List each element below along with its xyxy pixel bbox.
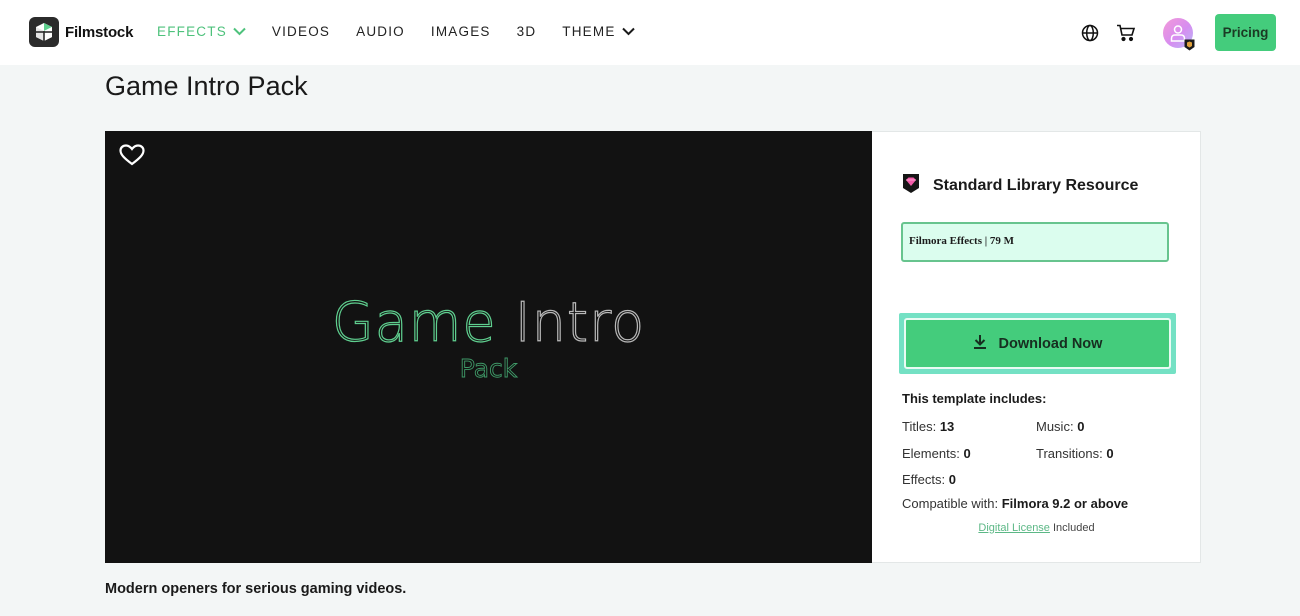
include-value: 0 <box>963 446 971 461</box>
compatible-label: Compatible with: <box>902 496 999 511</box>
download-now-button[interactable]: Download Now <box>904 318 1171 369</box>
includes-title: This template includes: <box>902 391 1047 406</box>
include-label: Titles: <box>902 419 937 434</box>
include-titles: Titles: 13 <box>902 419 954 434</box>
digital-license-link[interactable]: Digital License <box>978 522 1050 534</box>
menu-effects[interactable]: EFFECTS <box>157 24 246 39</box>
main-menu: EFFECTS VIDEOS AUDIO IMAGES 3D THEME <box>157 24 661 39</box>
top-navbar: Filmstock EFFECTS VIDEOS AUDIO IMAGES 3D… <box>0 0 1300 65</box>
brand-name: Filmstock <box>65 23 134 41</box>
menu-3d-label: 3D <box>516 24 537 39</box>
compatible-value: Filmora 9.2 or above <box>1001 496 1129 511</box>
include-value: 0 <box>948 472 956 487</box>
brand-logo[interactable]: Filmstock <box>29 17 133 47</box>
preview-title-part1: Game <box>331 290 497 354</box>
include-value: 0 <box>1106 446 1114 461</box>
include-label: Effects: <box>902 472 946 487</box>
include-transitions: Transitions: 0 <box>1036 446 1114 461</box>
chevron-down-icon <box>233 24 246 39</box>
include-elements: Elements: 0 <box>902 446 971 461</box>
menu-audio-label: AUDIO <box>356 24 405 39</box>
license-note: Digital License Included <box>872 522 1201 534</box>
pricing-button[interactable]: Pricing <box>1215 14 1276 51</box>
menu-videos[interactable]: VIDEOS <box>272 24 330 39</box>
download-icon <box>973 334 987 353</box>
include-label: Music: <box>1036 419 1074 434</box>
include-value: 13 <box>939 419 955 434</box>
preview-subtitle: Pack <box>459 354 518 384</box>
preview-title: Game Intro <box>105 290 872 354</box>
member-badge-icon <box>1184 39 1195 50</box>
nav-actions: Pricing <box>1079 14 1276 51</box>
menu-theme[interactable]: THEME <box>562 24 635 39</box>
menu-audio[interactable]: AUDIO <box>356 24 405 39</box>
globe-icon[interactable] <box>1079 22 1101 44</box>
avatar[interactable] <box>1163 17 1195 50</box>
license-suffix: Included <box>1049 522 1095 534</box>
include-music: Music: 0 <box>1036 419 1084 434</box>
include-effects: Effects: 0 <box>902 472 956 487</box>
resource-type: Standard Library Resource <box>933 177 1139 194</box>
page-title: Game Intro Pack <box>105 71 308 101</box>
resource-panel: Standard Library Resource Filmora Effect… <box>872 131 1201 563</box>
resource-header: Standard Library Resource <box>902 173 1138 199</box>
compatibility: Compatible with: Filmora 9.2 or above <box>902 496 1128 511</box>
include-label: Elements: <box>902 446 960 461</box>
menu-theme-label: THEME <box>562 24 616 39</box>
pack-description: Modern openers for serious gaming videos… <box>105 581 407 597</box>
menu-effects-label: EFFECTS <box>157 24 227 39</box>
download-now-label: Download Now <box>998 335 1103 352</box>
include-value: 0 <box>1077 419 1085 434</box>
menu-images-label: IMAGES <box>430 24 491 39</box>
filmstock-logo-icon <box>29 17 59 47</box>
menu-videos-label: VIDEOS <box>271 24 331 39</box>
file-info-box: Filmora Effects | 79 M <box>901 222 1169 262</box>
heart-icon[interactable] <box>119 144 145 171</box>
video-preview[interactable]: Game Intro Pack <box>105 131 872 563</box>
download-button-wrapper: Download Now <box>899 313 1176 374</box>
gem-shield-icon <box>902 173 920 199</box>
cart-icon[interactable] <box>1115 22 1137 44</box>
preview-title-part2: Intro <box>496 290 646 354</box>
include-label: Transitions: <box>1036 446 1103 461</box>
chevron-down-icon <box>621 24 635 39</box>
menu-3d[interactable]: 3D <box>517 24 537 39</box>
menu-images[interactable]: IMAGES <box>431 24 491 39</box>
